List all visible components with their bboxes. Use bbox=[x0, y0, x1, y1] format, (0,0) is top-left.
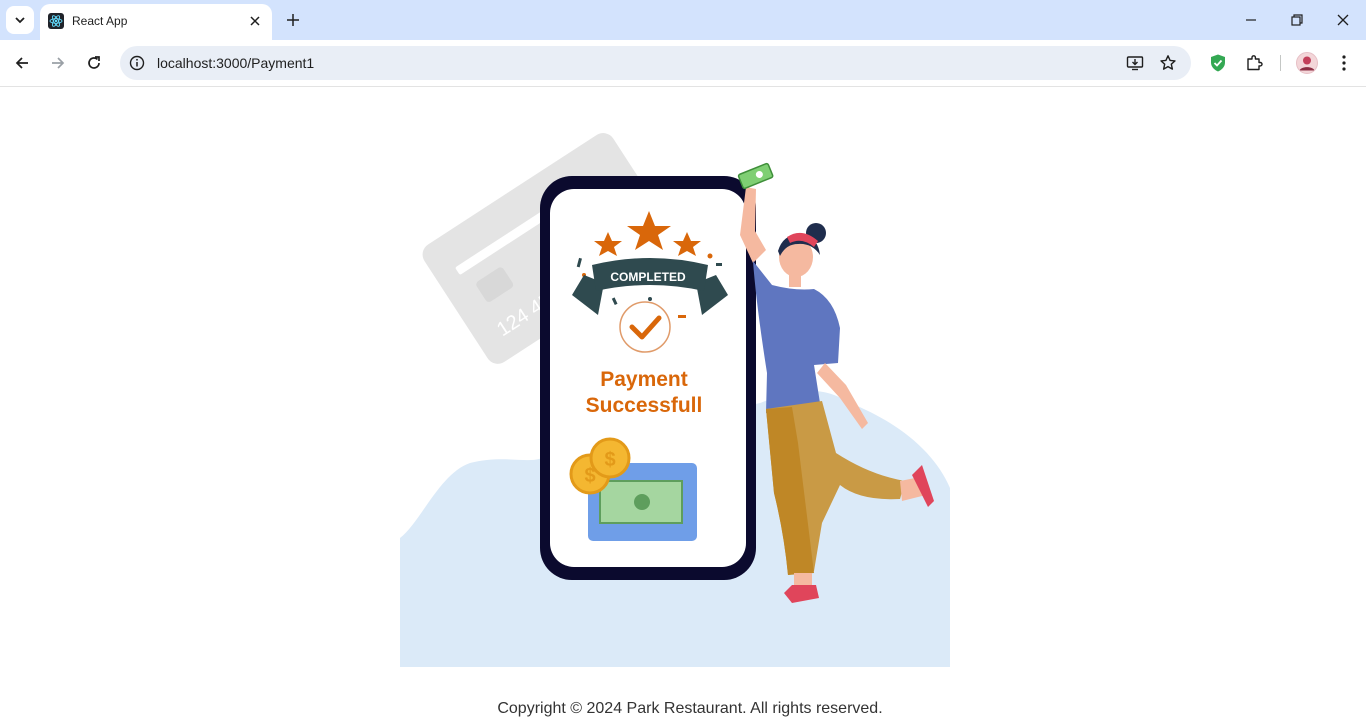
payment-headline-line2: Successfull bbox=[586, 394, 703, 417]
tab-search-button[interactable] bbox=[6, 6, 34, 34]
page-content: 124 456 COMPLETED Payment Successfull $ … bbox=[0, 87, 1366, 726]
payment-success-illustration: 124 456 COMPLETED Payment Successfull $ … bbox=[400, 133, 950, 667]
reload-button[interactable] bbox=[80, 49, 108, 77]
address-bar[interactable]: localhost:3000/Payment1 bbox=[120, 46, 1191, 80]
shield-check-icon bbox=[1211, 54, 1225, 72]
extension-shield-button[interactable] bbox=[1206, 51, 1230, 75]
chevron-down-icon bbox=[15, 17, 25, 24]
puzzle-icon bbox=[1247, 55, 1263, 71]
info-icon bbox=[129, 55, 145, 71]
cash-icon bbox=[737, 162, 774, 190]
bookmark-button[interactable] bbox=[1157, 52, 1179, 74]
restore-icon bbox=[1291, 14, 1303, 26]
tab-close-button[interactable] bbox=[246, 12, 264, 30]
avatar bbox=[1296, 52, 1318, 74]
browser-toolbar: localhost:3000/Payment1 bbox=[0, 40, 1366, 87]
minimize-button[interactable] bbox=[1236, 5, 1266, 35]
arrow-right-icon bbox=[52, 57, 65, 69]
tab-react-app[interactable]: React App bbox=[40, 4, 272, 40]
reload-icon bbox=[88, 56, 100, 69]
svg-text:$: $ bbox=[604, 449, 615, 471]
arrow-left-icon bbox=[15, 57, 28, 69]
back-button[interactable] bbox=[8, 49, 36, 77]
copyright-footer: Copyright © 2024 Park Restaurant. All ri… bbox=[497, 700, 883, 717]
tab-strip: React App bbox=[0, 0, 1366, 40]
profile-button[interactable] bbox=[1295, 51, 1319, 75]
completed-label: COMPLETED bbox=[610, 270, 686, 284]
extensions-button[interactable] bbox=[1242, 51, 1266, 75]
phone-graphic: COMPLETED Payment Successfull $ $ bbox=[540, 176, 756, 580]
plus-icon bbox=[287, 14, 299, 26]
browser-menu-button[interactable] bbox=[1332, 51, 1356, 75]
payment-headline-line1: Payment bbox=[600, 368, 688, 391]
install-app-button[interactable] bbox=[1124, 52, 1146, 74]
site-info-button[interactable] bbox=[128, 54, 146, 72]
install-app-icon bbox=[1126, 56, 1144, 71]
close-icon bbox=[250, 16, 260, 26]
react-logo-icon bbox=[48, 13, 64, 29]
minimize-icon bbox=[1246, 19, 1256, 21]
restore-button[interactable] bbox=[1282, 5, 1312, 35]
close-window-button[interactable] bbox=[1328, 5, 1358, 35]
tab-title: React App bbox=[72, 14, 128, 28]
close-icon bbox=[1337, 14, 1349, 26]
url-text[interactable]: localhost:3000/Payment1 bbox=[157, 55, 314, 71]
new-tab-button[interactable] bbox=[282, 9, 304, 31]
toolbar-divider bbox=[1280, 55, 1281, 71]
star-icon bbox=[1160, 55, 1176, 70]
forward-button[interactable] bbox=[44, 49, 72, 77]
kebab-menu-icon bbox=[1342, 55, 1346, 71]
